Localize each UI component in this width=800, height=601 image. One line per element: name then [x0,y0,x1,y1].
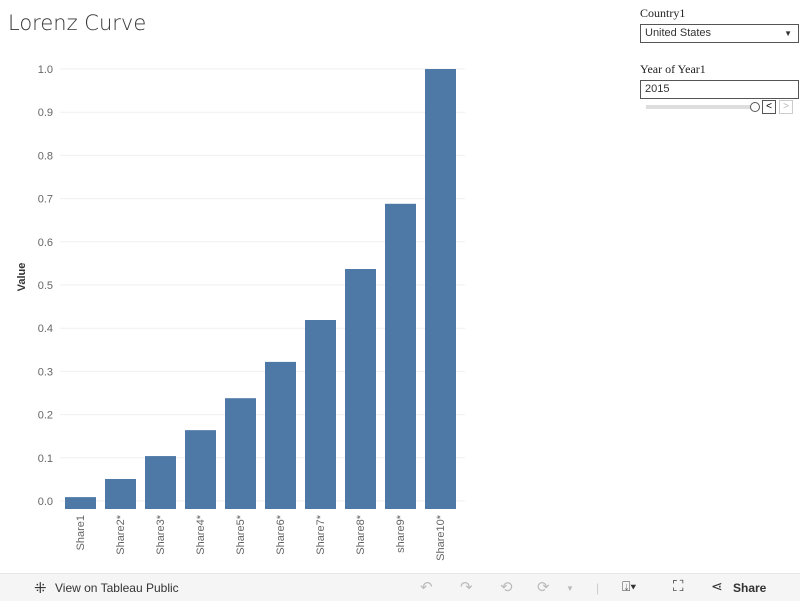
share-icon[interactable]: ⋖ [711,578,723,595]
refresh-icon[interactable]: ⟳ [537,578,550,596]
x-tick-label: Share1 [75,515,87,550]
undo-icon[interactable]: ↶ [420,578,433,596]
y-axis-label: Value [16,263,28,292]
y-tick-label: 0.3 [38,366,53,378]
bar [105,478,136,509]
y-tick-label: 0.0 [38,496,53,508]
country-value: United States [645,27,712,39]
y-tick-label: 0.6 [38,237,53,249]
y-tick-label: 0.5 [38,280,53,292]
y-tick-label: 0.1 [38,453,53,465]
chevron-down-icon[interactable]: ▼ [566,584,574,593]
download-icon[interactable]: ⍗▾ [622,578,636,595]
year-slider[interactable] [646,105,754,109]
next-button[interactable]: > [779,100,793,114]
bar [225,398,256,509]
x-tick-label: Share4* [195,514,207,554]
x-tick-label: Share5* [235,514,247,554]
redo-icon[interactable]: ↷ [460,578,473,596]
x-tick-label: Share6* [275,514,287,554]
revert-icon[interactable]: ⟲ [500,578,513,596]
y-tick-label: 0.2 [38,410,53,422]
bar [145,456,176,509]
y-tick-label: 1.0 [38,64,53,76]
country-label: Country1 [640,6,686,20]
x-tick-label: Share10* [435,514,447,561]
divider: | [596,581,600,595]
bar [385,203,416,509]
tableau-logo-icon: ⁜ [34,580,47,597]
chevron-down-icon: ▼ [784,29,792,38]
x-tick-label: Share8* [355,514,367,554]
year-label: Year of Year1 [640,62,706,76]
bar [305,319,336,509]
country-dropdown[interactable]: United States ▼ [640,24,799,43]
share-button[interactable]: Share [733,581,766,595]
footer-toolbar: ⁜ View on Tableau Public ↶ ↷ ⟲ ⟳ ▼ | ⍗▾ … [0,573,800,601]
y-tick-label: 0.8 [38,150,53,162]
bar [425,69,456,509]
slider-handle[interactable] [750,102,760,112]
fullscreen-icon[interactable]: ⛶ [673,578,684,595]
y-tick-label: 0.9 [38,107,53,119]
bar [65,497,96,509]
x-tick-label: Share3* [155,514,167,554]
y-tick-label: 0.7 [38,194,53,206]
x-tick-label: Share2* [115,514,127,554]
x-tick-label: Share7* [315,514,327,554]
year-input[interactable]: 2015 [640,80,799,99]
x-tick-label: share9* [395,514,407,553]
bar [345,269,376,509]
previous-button[interactable]: < [762,100,776,114]
bar [265,361,296,509]
bar [185,430,216,509]
view-on-tableau-link[interactable]: View on Tableau Public [55,581,179,595]
y-tick-label: 0.4 [38,323,53,335]
